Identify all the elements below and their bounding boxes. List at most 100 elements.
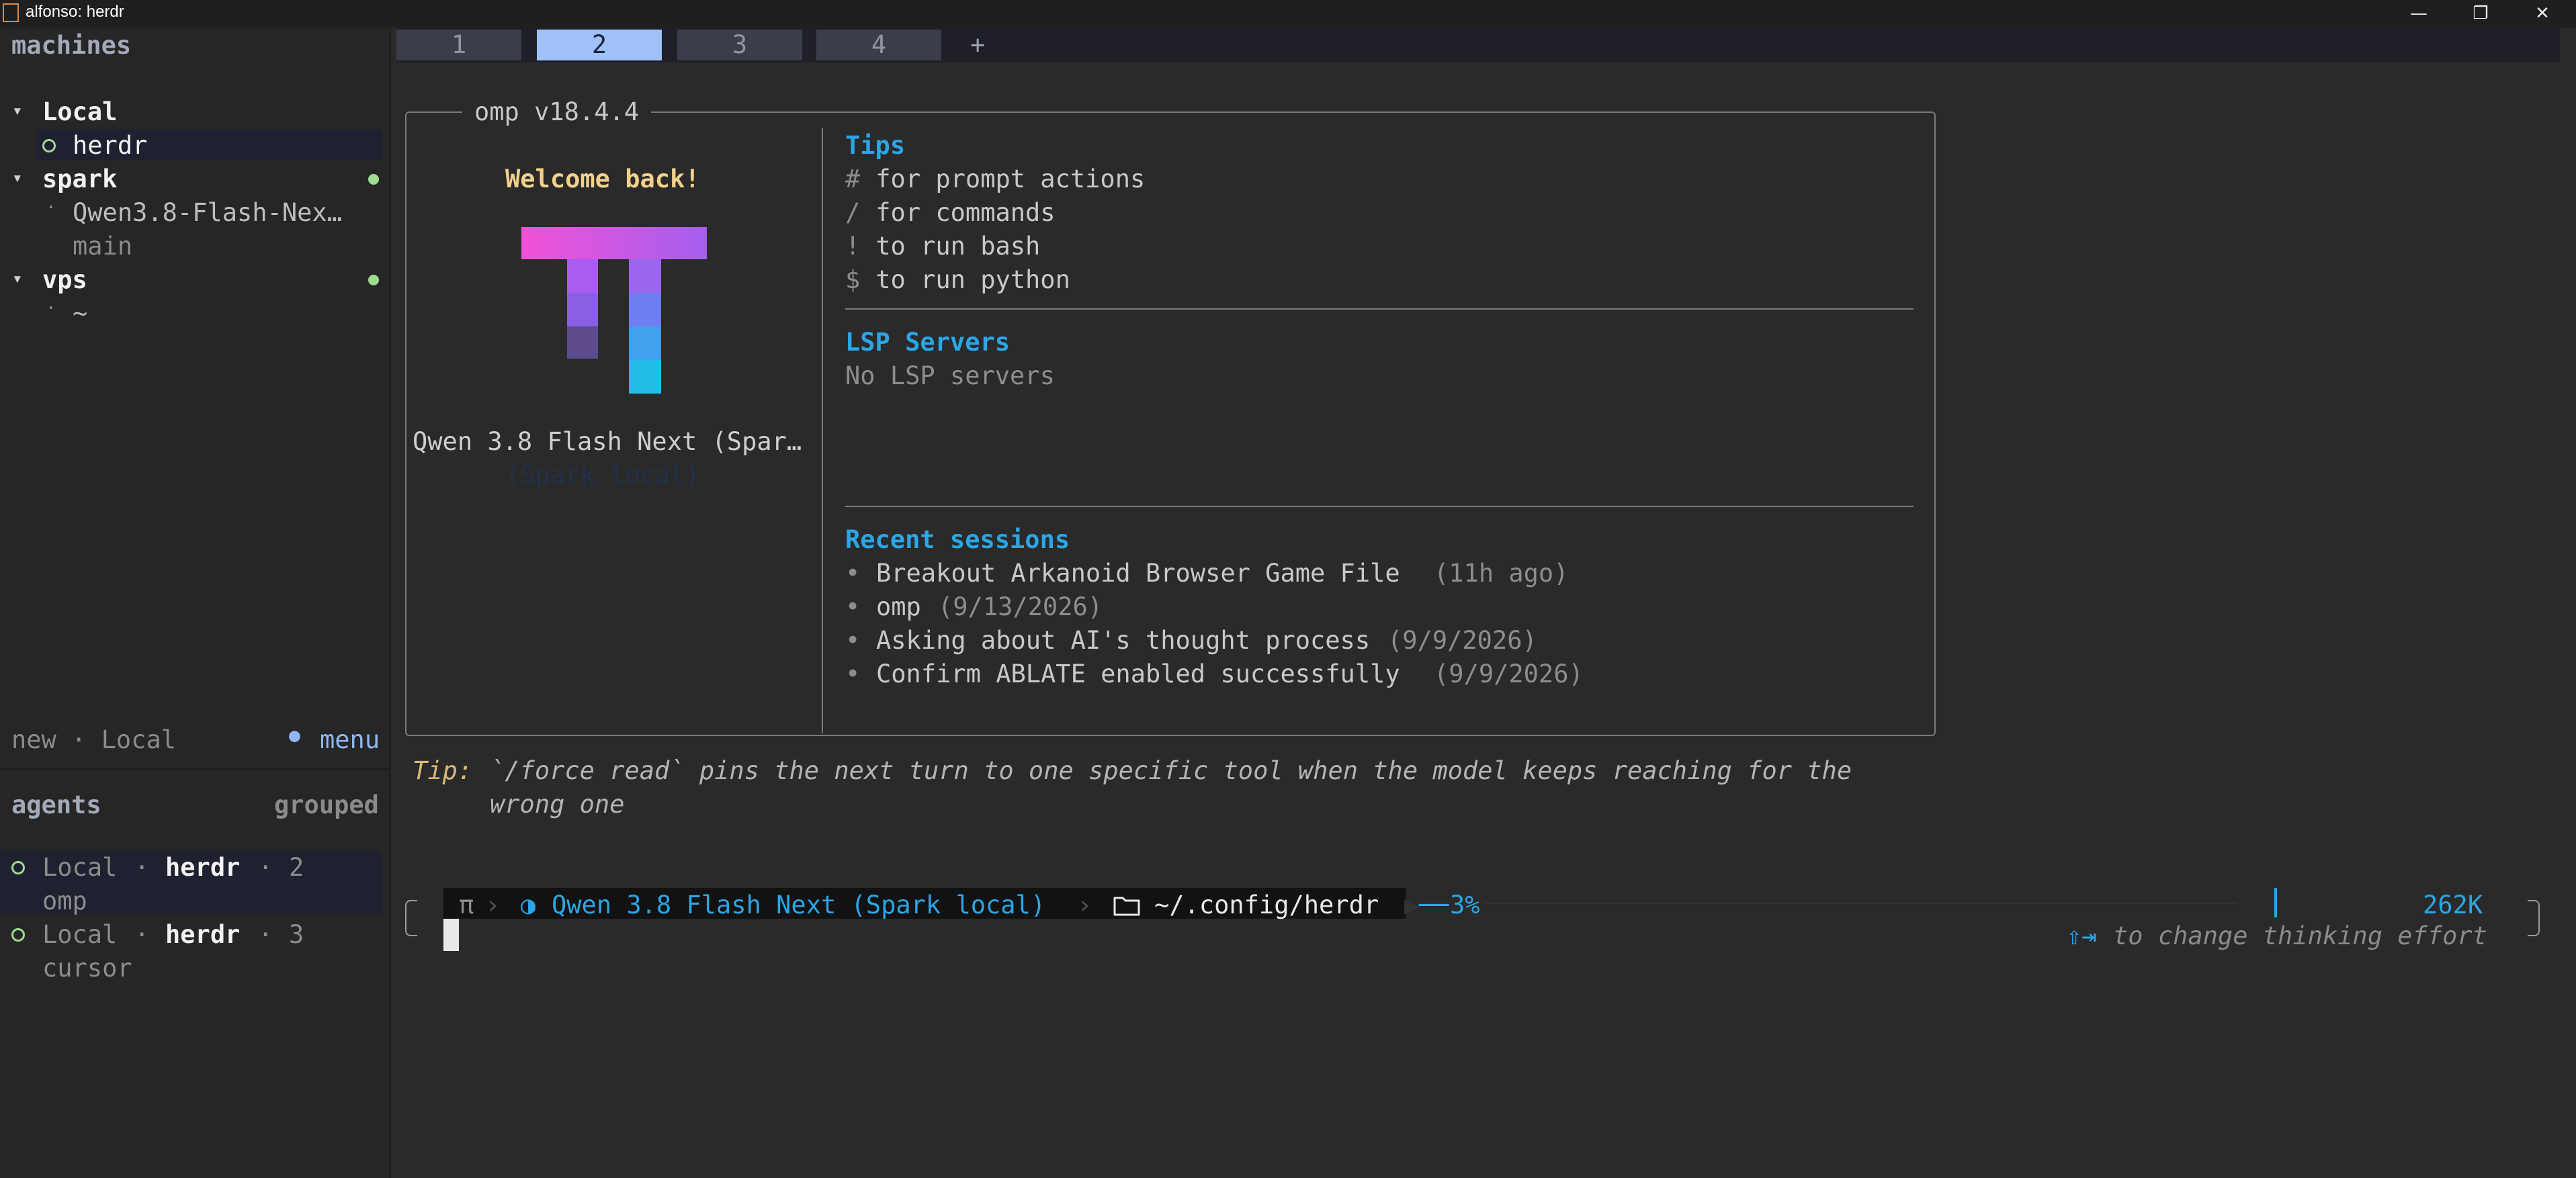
chevron-down-icon[interactable]: ▾ [12,101,23,121]
model-subtitle: (Spark local) [505,461,700,490]
omp-logo-icon [521,227,707,394]
agents-header: agents [11,790,101,819]
tip-key: # [845,165,861,193]
context-window-size: 262K [2423,891,2483,919]
lsp-header: LSP Servers [845,328,1011,357]
bullet-icon: · [46,197,56,218]
prompt-bracket-left [405,900,417,936]
status-ring-icon [42,139,56,152]
divider [845,506,1914,507]
bullet-icon: • [845,592,861,621]
session-time: (9/9/2026) [1434,660,1584,688]
session-title[interactable]: Breakout Arkanoid Browser Game File [876,559,1400,588]
online-dot-icon [368,275,379,285]
text-cursor[interactable] [443,919,459,951]
tip-key: ! [845,232,861,261]
new-workspace-link[interactable]: new · Local [11,725,176,754]
lsp-status: No LSP servers [845,361,1055,390]
tip-text: to run bash [861,232,1041,261]
workspace-home[interactable]: ~ [73,299,87,328]
divider [0,768,390,770]
close-button[interactable]: ✕ [2511,0,2573,28]
working-directory[interactable]: ~/.config/herdr [1154,891,1379,919]
machine-local[interactable]: Local [42,97,117,126]
prompt-input[interactable] [470,919,2150,951]
online-dot-icon [368,174,379,185]
tab-bar: 1 2 3 4 + [396,28,2560,62]
machine-vps[interactable]: vps [42,265,87,294]
tip-line-2: wrong one [490,790,625,819]
session-time: (11h ago) [1434,559,1569,588]
tip-text: for commands [861,198,1056,227]
maximize-button[interactable]: ❐ [2450,0,2511,28]
context-marker [2274,888,2277,917]
shift-tab-icon: ⇧⇥ [2067,921,2097,950]
add-tab-button[interactable]: + [970,30,985,60]
workspace-main[interactable]: main [73,232,132,261]
tip-text: for prompt actions [861,165,1146,193]
separator-dot: · [258,920,273,949]
bullet-icon: · [46,298,56,318]
agent-tab-number: 3 [289,920,304,949]
contrast-icon: ◑ [521,891,536,919]
tab-4[interactable]: 4 [816,30,941,60]
tip-text: to run python [861,265,1070,294]
tab-2[interactable]: 2 [537,30,662,60]
agent-machine: Local [42,853,118,882]
minimize-button[interactable]: — [2388,0,2450,28]
status-ring-icon [11,861,25,874]
agent-machine[interactable]: Local [42,920,117,949]
separator-dot: · [258,853,273,882]
machine-spark[interactable]: spark [42,165,117,193]
title-bar: alfonso: herdr — ❐ ✕ [0,0,2576,28]
bullet-icon: • [845,559,861,588]
session-title[interactable]: Confirm ABLATE enabled successfully [876,660,1400,688]
context-usage: 3% [1450,891,1480,919]
folder-icon [1113,897,1140,916]
session-title[interactable]: omp [876,592,921,621]
chevron-down-icon[interactable]: ▾ [12,269,23,289]
separator-dot: · [134,853,150,882]
app-icon [3,3,19,22]
model-name: Qwen 3.8 Flash Next (Spar… [413,427,802,456]
chevron-down-icon[interactable]: ▾ [12,168,23,188]
workspace-qwen[interactable]: Qwen3.8-Flash-Nex… [73,198,342,227]
agent-name: omp [42,887,87,915]
session-time: (9/9/2026) [1387,626,1537,655]
menu-dot-icon: ● [289,724,300,746]
agents-grouping[interactable]: grouped [274,790,379,819]
chevron-right-icon: › [485,891,501,919]
panel-divider [822,128,823,733]
thinking-effort-hint: to change thinking effort [2113,921,2487,950]
agent-host: herdr [165,853,241,882]
pi-icon: π [459,891,474,919]
agent-host: herdr [165,920,241,949]
session-title[interactable]: Asking about AI's thought process [876,626,1370,655]
context-bar-icon: ── [1419,891,1449,919]
chevron-right-icon: ▶ [1404,891,1420,919]
bullet-icon: • [845,660,861,688]
divider [845,308,1914,310]
tip-key: / [845,198,861,227]
prompt-bracket-right [2528,900,2540,936]
agent-name: cursor [42,954,132,983]
panel-title: omp v18.4.4 [462,97,652,126]
workspace-herdr[interactable]: herdr [73,131,147,160]
menu-button[interactable]: menu [320,725,380,754]
separator-dot: · [134,920,150,949]
tab-1[interactable]: 1 [396,30,521,60]
status-rule [1485,903,2237,904]
status-ring-icon [11,928,25,942]
session-time: (9/13/2026) [938,592,1103,621]
tab-3[interactable]: 3 [677,30,802,60]
agent-tab-number: 2 [289,853,304,882]
tips-header: Tips [845,131,906,160]
tip-label: Tip: [413,756,473,785]
tip-line-1: `/force read` pins the next turn to one … [490,756,1852,785]
tip-key: $ [845,265,861,294]
welcome-text: Welcome back! [505,165,700,193]
window-title: alfonso: herdr [26,3,124,21]
bullet-icon: • [845,626,861,655]
model-selector[interactable]: Qwen 3.8 Flash Next (Spark local) [552,891,1045,919]
chevron-right-icon: › [1077,891,1092,919]
